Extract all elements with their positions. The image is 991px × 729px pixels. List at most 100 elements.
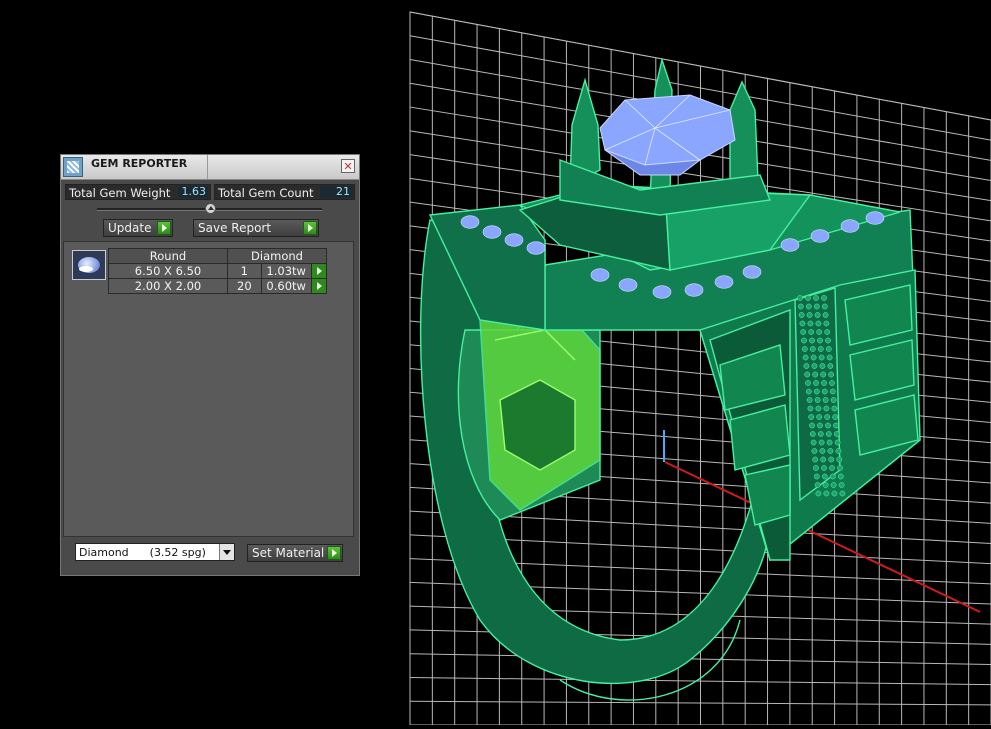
pave-bead <box>816 329 823 335</box>
pave-bead <box>826 439 833 446</box>
pave-bead <box>829 388 836 395</box>
gem-weight-cell: 0.60tw <box>260 278 312 294</box>
pave-bead <box>818 354 825 361</box>
pave-bead <box>802 354 809 361</box>
dropdown-arrow-icon[interactable] <box>219 544 234 560</box>
panel-titlebar[interactable]: GEM REPORTER ✕ <box>61 155 359 180</box>
pave-bead <box>820 456 827 463</box>
pave-stone <box>810 229 830 243</box>
pave-bead <box>813 388 820 395</box>
pave-bead <box>837 465 843 471</box>
set-material-button[interactable]: Set Material <box>247 544 343 562</box>
table-row: 6.50 X 6.50 1 1.03tw <box>108 263 328 279</box>
pave-bead <box>822 312 829 318</box>
pave-bead <box>797 303 804 310</box>
pave-bead <box>827 363 834 369</box>
material-header: Diamond <box>227 248 327 264</box>
pave-bead <box>811 448 818 454</box>
pave-bead <box>806 312 813 318</box>
total-gem-count-value: 21 <box>320 186 353 198</box>
pave-bead <box>805 295 811 301</box>
pave-bead <box>828 456 835 463</box>
slider-knob-icon[interactable] <box>205 203 216 214</box>
table-header-row: Round Diamond <box>108 248 327 264</box>
pave-bead <box>812 371 819 378</box>
pave-bead <box>832 414 839 420</box>
total-gem-count-field: Total Gem Count 21 <box>214 184 355 200</box>
pave-bead <box>801 346 808 352</box>
pave-bead <box>809 346 816 352</box>
pave-bead <box>810 439 817 446</box>
pave-bead <box>803 363 810 369</box>
pave-bead <box>812 456 819 463</box>
total-gem-weight-label: Total Gem Weight <box>69 186 171 200</box>
gem-size-cell: 2.00 X 2.00 <box>108 278 228 294</box>
gem-weight-cell: 1.03tw <box>260 263 312 279</box>
save-report-button[interactable]: Save Report <box>193 219 319 237</box>
pave-bead <box>835 448 842 454</box>
total-gem-weight-field: Total Gem Weight 1.63 <box>65 184 211 200</box>
pave-bead <box>805 388 812 395</box>
pave-stone <box>482 225 502 239</box>
pave-bead <box>825 346 832 352</box>
pave-bead <box>830 397 837 403</box>
gem-reporter-app-icon <box>63 157 83 177</box>
set-material-button-label: Set Material <box>252 546 325 560</box>
play-arrow-icon[interactable] <box>157 221 171 235</box>
pave-bead <box>834 439 841 446</box>
play-arrow-icon[interactable] <box>310 278 328 294</box>
pave-stone <box>714 275 734 289</box>
pave-bead <box>813 380 819 386</box>
titlebar-divider <box>207 155 208 179</box>
pave-bead <box>829 473 836 480</box>
pave-bead <box>821 380 827 386</box>
play-arrow-icon[interactable] <box>327 546 341 560</box>
panel-title: GEM REPORTER <box>91 157 188 170</box>
material-select[interactable]: Diamond (3.52 spg) <box>75 543 235 561</box>
pave-bead <box>805 303 812 310</box>
pave-bead <box>826 354 833 361</box>
pave-bead <box>817 422 823 429</box>
pave-bead <box>823 490 830 497</box>
gem-count-cell: 20 <box>227 278 262 294</box>
pave-bead <box>806 397 813 403</box>
update-button[interactable]: Update <box>103 219 173 237</box>
pave-bead <box>811 363 818 369</box>
pave-bead <box>828 371 835 378</box>
pave-bead <box>825 422 831 429</box>
pave-bead <box>809 431 816 437</box>
pave-bead <box>813 303 820 310</box>
pave-bead <box>799 320 806 327</box>
pave-bead <box>813 465 819 471</box>
pave-stone <box>742 265 762 279</box>
pave-bead <box>818 439 825 446</box>
pave-bead <box>815 490 822 497</box>
pave-bead <box>829 380 835 386</box>
pave-bead <box>819 448 826 454</box>
pave-bead <box>817 337 823 344</box>
pave-stone <box>590 268 610 282</box>
close-icon[interactable]: ✕ <box>341 159 355 173</box>
pave-stone <box>618 278 638 292</box>
pave-bead <box>821 295 827 301</box>
pave-stone <box>460 215 480 229</box>
pave-bead <box>825 337 831 344</box>
gem-report-area: Round Diamond 6.50 X 6.50 1 1.03tw 2.00 … <box>63 241 354 537</box>
pave-bead <box>800 329 807 335</box>
update-button-label: Update <box>108 221 152 235</box>
play-arrow-icon[interactable] <box>310 263 328 279</box>
pave-bead <box>814 397 821 403</box>
gem-size-cell: 6.50 X 6.50 <box>108 263 228 279</box>
pave-bead <box>797 295 803 301</box>
pave-bead <box>807 405 814 412</box>
pave-bead <box>819 363 826 369</box>
pave-bead <box>824 329 831 335</box>
pave-bead <box>824 414 831 420</box>
pave-bead <box>809 337 815 344</box>
pave-bead <box>808 414 815 420</box>
play-arrow-icon[interactable] <box>303 221 317 235</box>
pave-bead <box>821 473 828 480</box>
pave-stone <box>840 219 860 233</box>
total-gem-count-label: Total Gem Count <box>218 186 314 200</box>
pave-bead <box>814 482 821 488</box>
